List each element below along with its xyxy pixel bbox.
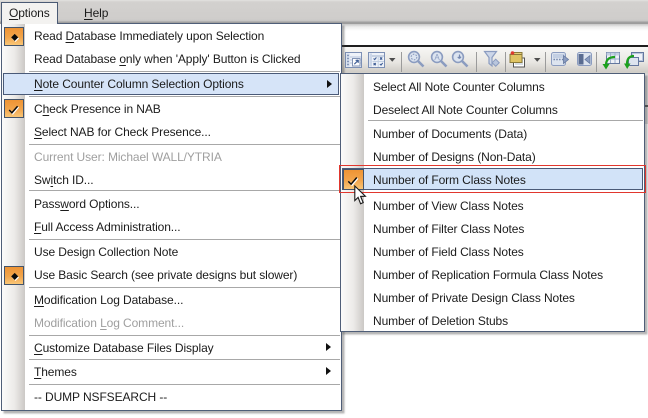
svg-text:A: A bbox=[434, 53, 440, 62]
